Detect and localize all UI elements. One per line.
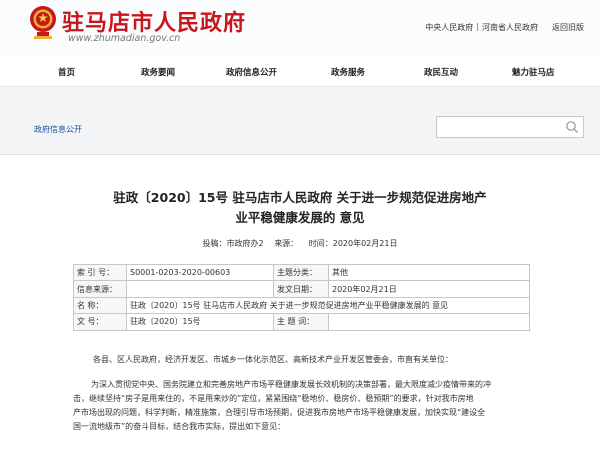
body-line: 国一流地级市”的奋斗目标，结合我市实际，提出如下意见：: [73, 422, 286, 431]
index-value: S0001-0203-2020-00603: [126, 263, 274, 282]
meta-date: 时间：2020年02月21日: [309, 239, 398, 248]
issue-date-value: 2020年02月21日: [328, 280, 530, 298]
name-value: 驻政〔2020〕15号 驻马店市人民政府 关于进一步规范促进房地产业平稳健康发展…: [126, 296, 530, 315]
document-info-table: 索 引 号： S0001-0203-2020-00603 主题分类： 其他 信息…: [73, 263, 530, 331]
meta-source-label: 来源：: [274, 239, 299, 248]
meta-source: 来源：: [274, 239, 298, 248]
category-value: 其他: [328, 263, 530, 282]
table-row: 索 引 号： S0001-0203-2020-00603 主题分类： 其他: [73, 263, 530, 282]
search-icon[interactable]: [565, 120, 579, 134]
search-input[interactable]: [436, 116, 584, 138]
site-header: 驻马店市人民政府 www.zhumadian.gov.cn 中央人民政府 | 河…: [0, 0, 600, 55]
keywords-label: 主 题 词：: [273, 313, 329, 331]
origin-label: 信息来源：: [73, 280, 127, 298]
link-henan-government[interactable]: 河南省人民政府: [482, 22, 538, 33]
nav-item-charming-zhumadian[interactable]: 魅力驻马店: [512, 66, 555, 78]
link-central-government[interactable]: 中央人民政府: [425, 22, 473, 33]
keywords-value: [328, 313, 530, 331]
meta-date-label: 时间：: [308, 239, 333, 248]
document-title-line1: 驻政〔2020〕15号 驻马店市人民政府 关于进一步规范促进房地产: [113, 190, 487, 205]
body-paragraph: 为深入贯彻党中央、国务院建立和完善房地产市场平稳健康发展长效机制的决策部署，最大…: [73, 378, 533, 434]
site-url: www.zhumadian.gov.cn: [68, 33, 181, 44]
meta-poster-value: 市政府办2: [226, 239, 264, 248]
body-line: 击，继续坚持“房子是用来住的，不是用来炒的”定位，紧紧围绕“稳地价、稳房价、稳预…: [73, 394, 474, 403]
doc-no-value: 驻政〔2020〕15号: [126, 313, 274, 331]
meta-poster-label: 投稿：: [202, 239, 227, 248]
breadcrumb-bar: 政府信息公开: [0, 87, 600, 155]
link-old-version[interactable]: 返回旧版: [552, 22, 584, 33]
origin-value: [126, 280, 274, 298]
main-nav: 首页 政务要闻 政府信息公开 政务服务 政民互动 魅力驻马店: [0, 55, 600, 87]
article-content: 驻政〔2020〕15号 驻马店市人民政府 关于进一步规范促进房地产 业平稳健康发…: [30, 155, 570, 449]
table-row: 名 称： 驻政〔2020〕15号 驻马店市人民政府 关于进一步规范促进房地产业平…: [73, 296, 530, 315]
link-separator: |: [476, 22, 479, 31]
category-label: 主题分类：: [273, 263, 329, 282]
body-line: 为深入贯彻党中央、国务院建立和完善房地产市场平稳健康发展长效机制的决策部署，最大…: [91, 380, 491, 389]
body-line: 产市场出现的问题，科学判断，精准施策，合理引导市场预期，促进我市房地产市场平稳健…: [73, 408, 486, 417]
document-meta: 投稿：市政府办2 来源： 时间：2020年02月21日: [30, 238, 570, 249]
table-row: 文 号： 驻政〔2020〕15号 主 题 词：: [73, 313, 530, 331]
nav-item-public-interaction[interactable]: 政民互动: [424, 66, 458, 78]
nav-item-information-disclosure[interactable]: 政府信息公开: [226, 66, 277, 78]
document-title: 驻政〔2020〕15号 驻马店市人民政府 关于进一步规范促进房地产 业平稳健康发…: [30, 188, 570, 228]
nav-item-home[interactable]: 首页: [58, 66, 75, 78]
index-label: 索 引 号：: [73, 263, 127, 282]
meta-poster: 投稿：市政府办2: [203, 239, 264, 248]
name-label: 名 称：: [73, 296, 127, 315]
breadcrumb[interactable]: 政府信息公开: [34, 124, 82, 135]
issue-date-label: 发文日期：: [273, 280, 329, 298]
document-title-line2: 业平稳健康发展的 意见: [235, 210, 365, 225]
table-row: 信息来源： 发文日期： 2020年02月21日: [73, 280, 530, 298]
nav-item-government-services[interactable]: 政务服务: [331, 66, 365, 78]
national-emblem-icon: [30, 6, 56, 39]
body-salutation: 各县、区人民政府，经济开发区、市城乡一体化示范区、高新技术产业开发区管委会，市直…: [93, 355, 453, 364]
doc-no-label: 文 号：: [73, 313, 127, 331]
meta-date-value: 2020年02月21日: [332, 239, 398, 248]
nav-item-government-news[interactable]: 政务要闻: [141, 66, 175, 78]
top-links: 中央人民政府 | 河南省人民政府 返回旧版: [425, 22, 584, 33]
